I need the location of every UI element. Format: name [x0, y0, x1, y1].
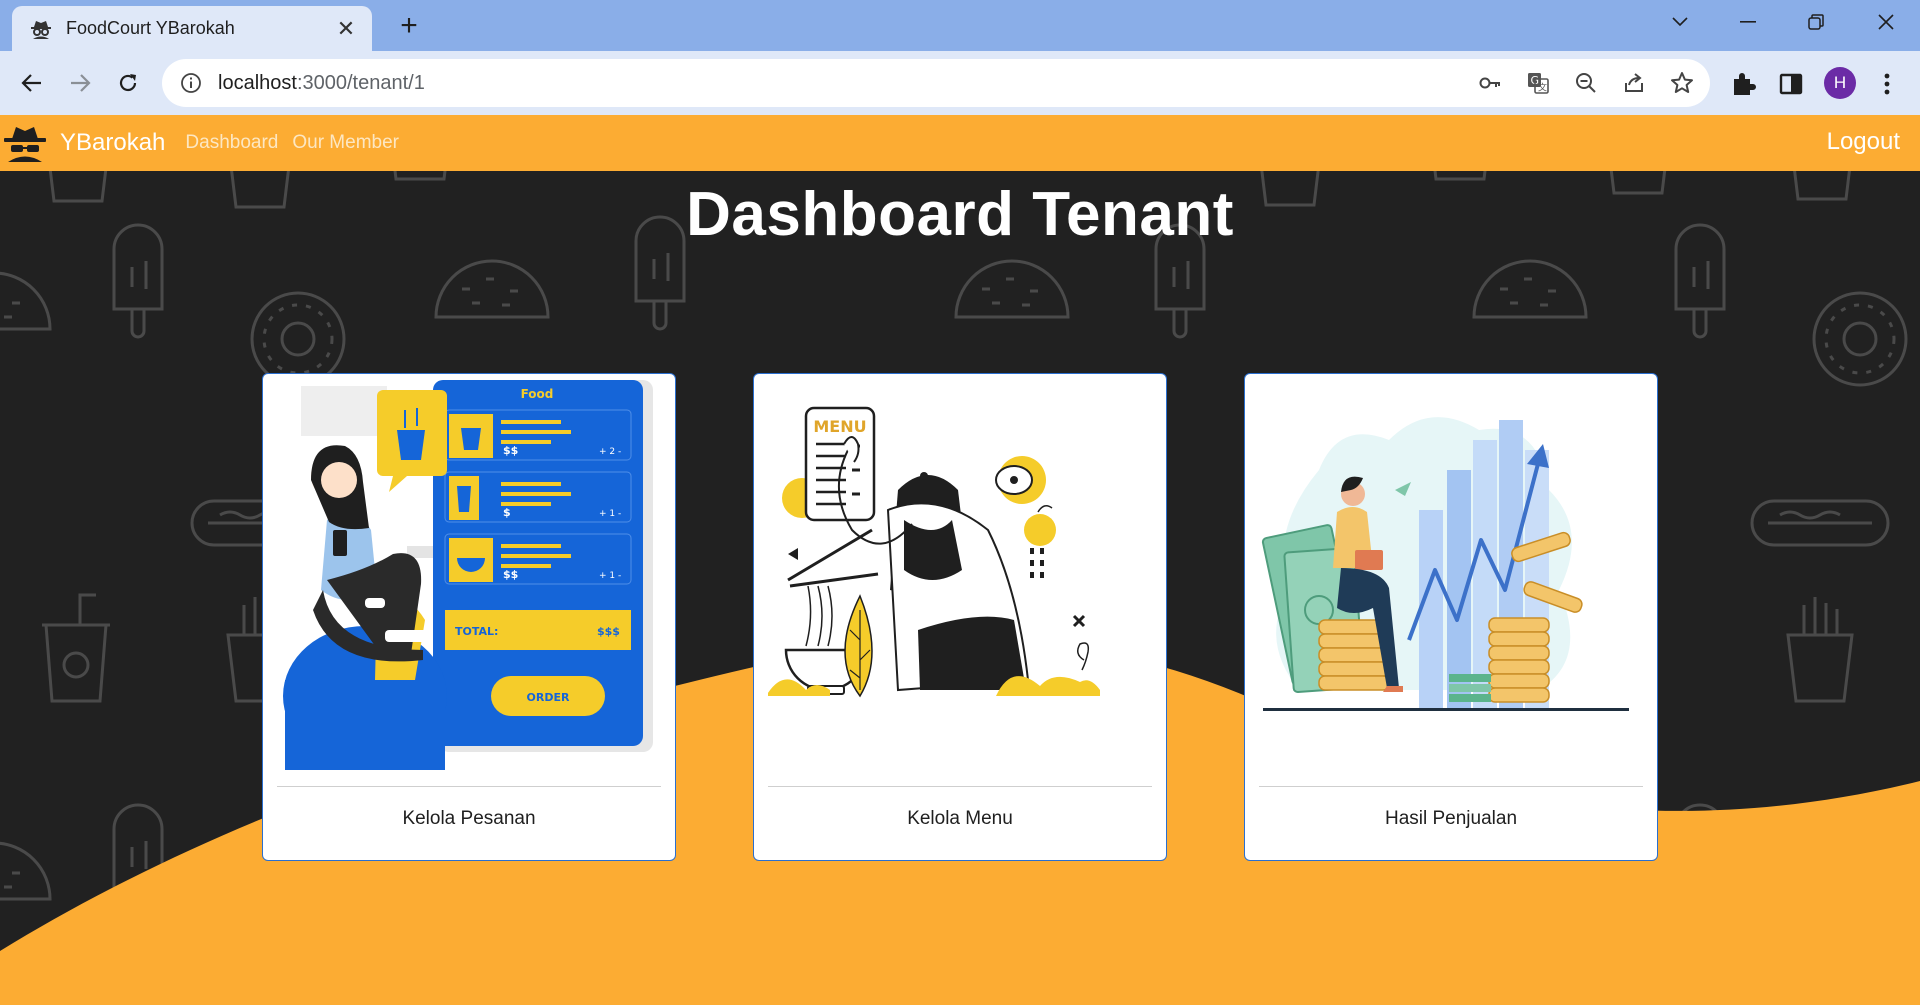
svg-text:TOTAL:: TOTAL: [455, 625, 498, 638]
address-bar[interactable]: localhost:3000/tenant/1 G文 [162, 59, 1710, 107]
card-label-kelola-menu[interactable]: Kelola Menu [754, 808, 1166, 830]
svg-text:+ 2 -: + 2 - [599, 447, 621, 457]
nav-link-our-member[interactable]: Our Member [292, 132, 399, 154]
restore-window-icon[interactable] [1782, 0, 1850, 44]
translate-icon[interactable]: G文 [1526, 71, 1550, 95]
browser-toolbar: localhost:3000/tenant/1 G文 H [0, 51, 1920, 115]
tab-search-chevron-icon[interactable] [1646, 0, 1714, 44]
dashboard-main: Dashboard Tenant Food $$ + 2 - $ + 1 - $… [0, 171, 1920, 1005]
spy-favicon-icon [28, 16, 54, 42]
svg-text:+ 1 -: + 1 - [599, 571, 621, 581]
forward-button[interactable] [62, 65, 98, 101]
reload-button[interactable] [110, 65, 146, 101]
card-divider [277, 786, 661, 787]
tab-close-icon[interactable]: ✕ [334, 16, 358, 42]
svg-text:$$: $$ [503, 444, 518, 457]
card-label-kelola-pesanan[interactable]: Kelola Pesanan [263, 808, 675, 830]
kebab-menu-icon[interactable] [1874, 71, 1900, 97]
zoom-out-icon[interactable] [1574, 71, 1598, 95]
extensions-puzzle-icon[interactable] [1730, 71, 1756, 97]
card-hasil-penjualan[interactable]: Hasil Penjualan [1244, 373, 1658, 861]
svg-text:$: $ [503, 506, 511, 519]
svg-text:文: 文 [1538, 82, 1547, 94]
url-text: localhost:3000/tenant/1 [218, 71, 425, 94]
spy-logo-icon[interactable] [2, 123, 48, 163]
sales-growth-illustration [1261, 417, 1629, 711]
card-label-hasil-penjualan[interactable]: Hasil Penjualan [1245, 808, 1657, 830]
bookmark-star-icon[interactable] [1670, 71, 1694, 95]
new-tab-button[interactable]: + [392, 10, 426, 44]
card-kelola-menu[interactable]: MENU Kelola Menu [753, 373, 1167, 861]
password-key-icon[interactable] [1478, 71, 1502, 95]
tab-title: FoodCourt YBarokah [66, 18, 235, 38]
share-icon[interactable] [1622, 71, 1646, 95]
site-info-icon[interactable] [180, 72, 202, 94]
brand-name[interactable]: YBarokah [60, 129, 165, 157]
close-window-icon[interactable] [1852, 0, 1920, 44]
menu-board-title: MENU [813, 417, 866, 436]
card-kelola-pesanan[interactable]: Food $$ + 2 - $ + 1 - $$ + 1 - TOTAL: $$… [262, 373, 676, 861]
menu-illustration: MENU [768, 406, 1100, 698]
food-app-header: Food [521, 387, 554, 401]
minimize-window-icon[interactable] [1714, 0, 1782, 44]
svg-text:$$: $$ [503, 568, 518, 581]
svg-text:$$$: $$$ [597, 625, 620, 638]
logout-link[interactable]: Logout [1827, 128, 1900, 156]
card-divider [768, 786, 1152, 787]
card-divider [1259, 786, 1643, 787]
svg-text:+ 1 -: + 1 - [599, 509, 621, 519]
page-title: Dashboard Tenant [686, 180, 1234, 249]
profile-avatar[interactable]: H [1824, 67, 1856, 99]
side-panel-icon[interactable] [1778, 71, 1804, 97]
nav-link-dashboard[interactable]: Dashboard [185, 132, 278, 154]
browser-tab[interactable]: FoodCourt YBarokah ✕ [12, 6, 372, 51]
browser-tab-bar: FoodCourt YBarokah ✕ + [0, 0, 1920, 51]
food-order-illustration: Food $$ + 2 - $ + 1 - $$ + 1 - TOTAL: $$… [283, 380, 653, 770]
back-button[interactable] [14, 65, 50, 101]
app-navbar: YBarokah Dashboard Our Member Logout [0, 115, 1920, 171]
svg-text:ORDER: ORDER [527, 691, 570, 704]
